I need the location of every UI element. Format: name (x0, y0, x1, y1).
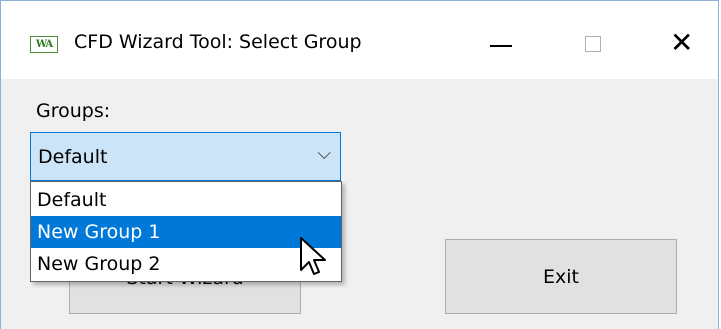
exit-button[interactable]: Exit (445, 239, 677, 314)
minimize-button[interactable] (471, 15, 531, 73)
close-icon: ✕ (670, 26, 694, 59)
chevron-down-icon[interactable]: ⌵ (317, 143, 331, 164)
dropdown-option-new-group-2[interactable]: New Group 2 (31, 248, 341, 280)
groups-combobox[interactable]: Default ⌵ (30, 132, 341, 181)
window-title: CFD Wizard Tool: Select Group (74, 31, 362, 53)
groups-combobox-value: Default (38, 146, 108, 168)
close-button[interactable]: ✕ (653, 15, 713, 73)
maximize-button[interactable] (564, 15, 624, 73)
minimize-icon (490, 45, 512, 47)
groups-label: Groups: (36, 100, 111, 122)
dropdown-option-new-group-1[interactable]: New Group 1 (31, 216, 341, 248)
maximize-icon (585, 36, 601, 52)
app-icon: WA (30, 36, 58, 53)
groups-dropdown-list: Default New Group 1 New Group 2 (30, 181, 342, 282)
main-window: WA CFD Wizard Tool: Select Group ✕ Group… (0, 0, 719, 329)
dropdown-option-default[interactable]: Default (31, 184, 341, 216)
mouse-pointer-icon (300, 237, 326, 275)
title-bar[interactable]: WA CFD Wizard Tool: Select Group ✕ (1, 1, 718, 79)
